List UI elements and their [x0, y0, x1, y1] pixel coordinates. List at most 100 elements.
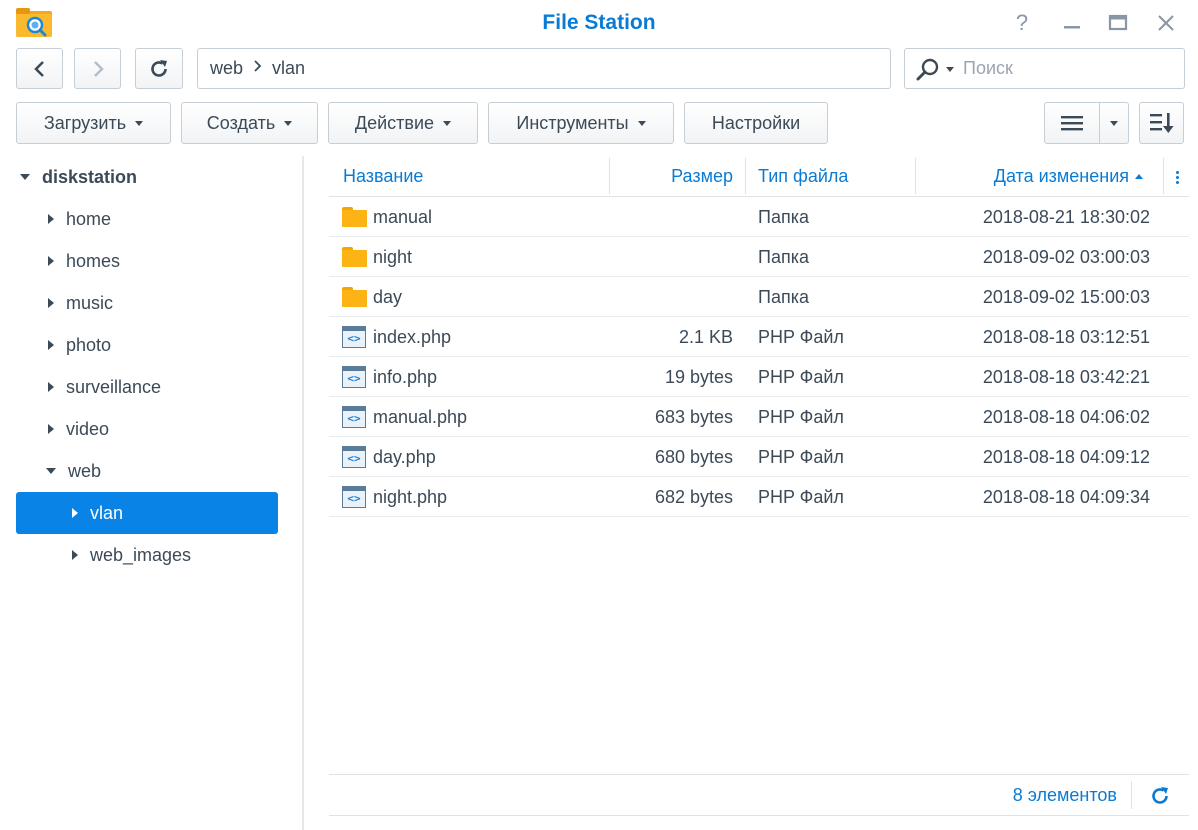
column-divider[interactable] [745, 158, 746, 194]
breadcrumb-vlan[interactable]: vlan [272, 58, 305, 79]
tree-item-music[interactable]: music [48, 282, 278, 324]
list-view-icon [1061, 116, 1083, 131]
tree-item-surveillance[interactable]: surveillance [48, 366, 278, 408]
file-type: PHP Файл [758, 406, 844, 427]
view-mode-dropdown[interactable] [1099, 102, 1129, 144]
back-button[interactable] [16, 48, 63, 89]
column-header-modified-label: Дата изменения [993, 165, 1129, 186]
maximize-icon[interactable] [1104, 9, 1132, 37]
close-icon[interactable] [1152, 9, 1180, 37]
forward-button[interactable] [74, 48, 121, 89]
upload-button[interactable]: Загрузить [16, 102, 171, 144]
action-button-label: Действие [354, 112, 435, 133]
column-header-row: Название Размер Тип файла Дата изменения [329, 156, 1189, 197]
tools-button-label: Инструменты [516, 112, 629, 133]
file-row[interactable]: <> info.php 19 bytes PHP Файл 2018-08-18… [329, 357, 1189, 397]
tree-label: photo [66, 334, 112, 355]
tree-label: music [66, 292, 114, 313]
file-name: day.php [373, 446, 436, 467]
file-row[interactable]: <> day.php 680 bytes PHP Файл 2018-08-18… [329, 437, 1189, 477]
minimize-icon[interactable] [1058, 9, 1086, 37]
collapse-arrow-icon[interactable] [48, 340, 54, 350]
file-row[interactable]: <> manual.php 683 bytes PHP Файл 2018-08… [329, 397, 1189, 437]
file-modified: 2018-09-02 03:00:03 [982, 246, 1150, 267]
tree-item-web-images[interactable]: web_images [72, 534, 278, 576]
breadcrumb-web[interactable]: web [210, 58, 243, 79]
help-icon[interactable]: ? [1008, 9, 1036, 37]
caret-down-icon [1110, 121, 1118, 126]
folder-tree: diskstation home homes music photo surve… [0, 156, 302, 830]
expand-arrow-icon[interactable] [20, 174, 30, 180]
tree-label: web_images [90, 544, 192, 565]
settings-button[interactable]: Настройки [684, 102, 828, 144]
pane-divider[interactable] [302, 156, 304, 830]
tree-item-photo[interactable]: photo [48, 324, 278, 366]
file-row[interactable]: <> night.php 682 bytes PHP Файл 2018-08-… [329, 477, 1189, 517]
file-name: night [373, 246, 413, 267]
collapse-arrow-icon[interactable] [48, 424, 54, 434]
file-type: PHP Файл [758, 326, 844, 347]
php-file-icon: <> [342, 477, 368, 517]
path-bar[interactable]: web vlan [197, 48, 1076, 89]
file-name: manual [373, 206, 433, 227]
list-view-button[interactable] [1044, 102, 1100, 144]
column-options-icon[interactable] [1165, 164, 1189, 190]
sort-button[interactable] [1139, 102, 1184, 144]
tree-item-video[interactable]: video [48, 408, 278, 450]
file-size: 19 bytes [664, 366, 733, 387]
file-row[interactable]: day Папка 2018-09-02 15:00:03 [329, 277, 1189, 317]
file-name: day [373, 286, 403, 307]
file-modified: 2018-08-18 03:42:21 [982, 366, 1150, 387]
folder-icon [342, 197, 368, 237]
file-name: night.php [373, 486, 448, 507]
collapse-arrow-icon[interactable] [72, 508, 78, 518]
status-bar: 8 элементов [329, 774, 1189, 816]
refresh-icon[interactable] [1147, 783, 1173, 809]
upload-button-label: Загрузить [43, 112, 127, 133]
sort-icon [1149, 113, 1174, 133]
tree-label: diskstation [42, 166, 138, 187]
refresh-button[interactable] [135, 48, 183, 89]
create-button[interactable]: Создать [181, 102, 318, 144]
tree-label: video [66, 418, 110, 439]
php-file-icon: <> [342, 437, 368, 477]
caret-down-icon [284, 120, 293, 126]
tree-item-web[interactable]: web [46, 450, 278, 492]
column-header-size[interactable]: Размер [671, 156, 733, 196]
create-button-label: Создать [206, 112, 276, 133]
tree-item-home[interactable]: home [48, 198, 278, 240]
collapse-arrow-icon[interactable] [48, 256, 54, 266]
collapse-arrow-icon[interactable] [72, 550, 78, 560]
file-type: Папка [758, 206, 809, 227]
file-row[interactable]: manual Папка 2018-08-21 18:30:02 [329, 197, 1189, 237]
collapse-arrow-icon[interactable] [48, 298, 54, 308]
divider [1131, 781, 1132, 809]
action-button[interactable]: Действие [328, 102, 478, 144]
search-box[interactable] [904, 48, 1185, 89]
search-icon[interactable] [915, 57, 941, 81]
file-size: 680 bytes [654, 446, 733, 467]
column-divider[interactable] [915, 158, 916, 194]
column-header-type[interactable]: Тип файла [758, 156, 848, 196]
tree-item-vlan[interactable]: vlan [16, 492, 278, 534]
file-name: info.php [373, 366, 438, 387]
file-type: Папка [758, 246, 809, 267]
collapse-arrow-icon[interactable] [48, 382, 54, 392]
tree-label: home [66, 208, 112, 229]
file-row[interactable]: <> index.php 2.1 KB PHP Файл 2018-08-18 … [329, 317, 1189, 357]
item-count: 8 элементов [1012, 784, 1117, 805]
search-options-caret-icon[interactable] [945, 65, 955, 73]
column-header-modified[interactable]: Дата изменения [994, 156, 1143, 196]
column-divider[interactable] [609, 158, 610, 194]
php-file-icon: <> [342, 317, 368, 357]
chevron-left-icon [33, 60, 44, 77]
search-input[interactable] [963, 58, 1163, 79]
tree-root-diskstation[interactable]: diskstation [20, 156, 280, 198]
collapse-arrow-icon[interactable] [48, 214, 54, 224]
column-header-name[interactable]: Название [343, 156, 423, 196]
tree-item-homes[interactable]: homes [48, 240, 278, 282]
column-divider[interactable] [1163, 158, 1164, 194]
file-row[interactable]: night Папка 2018-09-02 03:00:03 [329, 237, 1189, 277]
tools-button[interactable]: Инструменты [488, 102, 674, 144]
expand-arrow-icon[interactable] [46, 468, 56, 474]
